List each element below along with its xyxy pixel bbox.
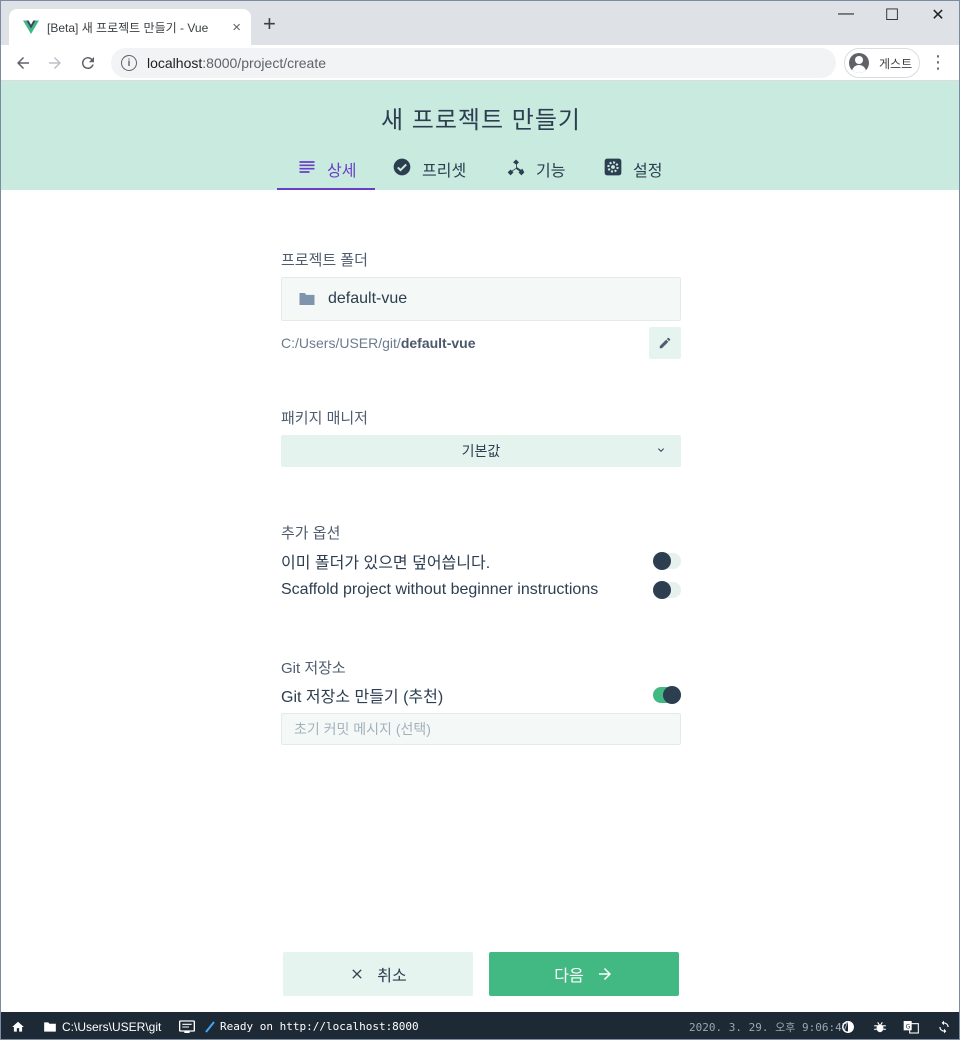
package-manager-value: 기본값 — [461, 443, 501, 459]
tab-label: 설정 — [633, 163, 663, 180]
datetime: 2020. 3. 29. 오후 9:06:47 — [689, 1020, 849, 1034]
arrow-forward-icon — [596, 965, 614, 983]
arrow-forward-icon — [49, 57, 61, 69]
scaffold-option[interactable]: Scaffold project without beginner instru… — [281, 579, 681, 601]
option-label: Scaffold project without beginner instru… — [281, 581, 599, 598]
edit-icon — [659, 337, 671, 349]
package-manager-title: 패키지 매니저 — [281, 410, 368, 427]
refresh-button[interactable] — [937, 1012, 951, 1039]
extra-options-title: 추가 옵션 — [281, 525, 341, 542]
reload-icon — [81, 57, 94, 70]
tab-label: 상세 — [327, 163, 357, 180]
maximize-button[interactable]: ☐ — [869, 5, 915, 25]
url-text: localhost:8000/project/create — [147, 55, 327, 71]
browser-toolbar: i localhost:8000/project/create 게스트 ⋮ — [1, 45, 959, 81]
check-circle-icon — [392, 157, 412, 177]
option-label: 이미 폴더가 있으면 덮어씁니다. — [281, 555, 491, 572]
console-icon — [179, 1019, 195, 1033]
step-tabs: 상세 프리셋 기능 설정 — [277, 151, 685, 190]
git-init-option[interactable]: Git 저장소 만들기 (추천) — [281, 684, 681, 706]
bug-report-button[interactable] — [873, 1012, 887, 1039]
project-details-form: 프로젝트 폴더 default-vue C:/Users/USER/git/de… — [281, 190, 681, 745]
contrast-icon — [842, 1020, 854, 1033]
dark-mode-button[interactable] — [841, 1012, 855, 1039]
guest-avatar-icon — [849, 53, 869, 73]
vue-logo-icon — [23, 20, 39, 34]
translate-button[interactable]: G — [903, 1012, 919, 1039]
svg-text:G: G — [906, 1023, 911, 1030]
tab-title: [Beta] 새 프로젝트 만들기 - Vue — [47, 20, 209, 35]
close-window-button[interactable]: ✕ — [915, 5, 959, 25]
next-label: 다음 — [554, 968, 584, 985]
tab-label: 기능 — [536, 163, 566, 180]
cancel-button[interactable]: 취소 — [283, 952, 473, 996]
subject-icon — [297, 157, 317, 177]
new-tab-button[interactable]: + — [263, 13, 276, 35]
scaffold-toggle[interactable] — [653, 581, 681, 599]
tab-details[interactable]: 상세 — [277, 151, 375, 190]
package-manager-select[interactable]: 기본값 — [281, 435, 681, 467]
tab-label: 프리셋 — [422, 163, 467, 180]
tab-presets[interactable]: 프리셋 — [375, 151, 487, 190]
page-title: 새 프로젝트 만들기 — [381, 107, 581, 134]
address-bar[interactable]: i localhost:8000/project/create — [111, 48, 836, 78]
reload-button[interactable] — [76, 51, 100, 75]
cancel-label: 취소 — [377, 968, 407, 985]
cwd-label: C:\Users\USER\git — [62, 1019, 162, 1034]
translate-icon: G — [903, 1020, 919, 1034]
next-button[interactable]: 다음 — [489, 952, 679, 996]
tab-features[interactable]: 기능 — [487, 151, 585, 190]
edit-path-button[interactable] — [649, 327, 681, 359]
git-section-title: Git 저장소 — [281, 660, 346, 677]
home-button[interactable] — [11, 1012, 25, 1039]
tab-settings[interactable]: 설정 — [585, 151, 685, 190]
folder-icon — [299, 293, 315, 305]
status-bar: C:\Users\USER\git Ready on http://localh… — [1, 1012, 959, 1039]
profile-label: 게스트 — [879, 56, 913, 71]
commit-message-input[interactable]: 초기 커밋 메시지 (선택) — [281, 713, 681, 745]
forward-button[interactable] — [43, 51, 67, 75]
browser-tab[interactable]: [Beta] 새 프로젝트 만들기 - Vue × — [9, 9, 251, 45]
chevron-down-icon — [658, 448, 664, 452]
settings-icon — [603, 157, 623, 177]
overwrite-option[interactable]: 이미 폴더가 있으면 덮어씁니다. — [281, 550, 681, 572]
overwrite-toggle[interactable] — [653, 552, 681, 570]
log-status-icon — [205, 1020, 215, 1033]
minimize-button[interactable]: — — [823, 5, 869, 23]
refresh-icon — [939, 1020, 949, 1033]
tab-close-icon[interactable]: × — [232, 19, 241, 36]
folder-section-title: 프로젝트 폴더 — [281, 252, 368, 269]
log-message: Ready on http://localhost:8000 — [220, 1020, 419, 1033]
log-button[interactable]: Ready on http://localhost:8000 — [179, 1012, 419, 1039]
folder-name: default-vue — [328, 290, 408, 307]
folder-icon — [44, 1021, 56, 1032]
profile-button[interactable]: 게스트 — [844, 48, 920, 78]
cwd-button[interactable]: C:\Users\USER\git — [43, 1012, 162, 1039]
home-icon — [12, 1021, 24, 1032]
tab-strip: [Beta] 새 프로젝트 만들기 - Vue × + — ☐ ✕ — [1, 1, 959, 45]
arrow-back-icon — [17, 57, 29, 69]
option-label: Git 저장소 만들기 (추천) — [281, 689, 444, 706]
app-header: 새 프로젝트 만들기 상세 프리셋 기능 설정 — [1, 81, 959, 190]
folder-path-row: C:/Users/USER/git/default-vue — [281, 327, 681, 359]
device-hub-icon — [506, 157, 526, 177]
back-button[interactable] — [11, 51, 35, 75]
git-init-toggle[interactable] — [653, 686, 681, 704]
folder-path: C:/Users/USER/git/default-vue — [281, 335, 476, 351]
close-icon — [349, 966, 365, 982]
site-info-icon[interactable]: i — [121, 55, 137, 71]
browser-menu-icon[interactable]: ⋮ — [929, 53, 947, 71]
browser-window: [Beta] 새 프로젝트 만들기 - Vue × + — ☐ ✕ i loca… — [0, 0, 960, 1040]
project-folder-field[interactable]: default-vue — [281, 277, 681, 321]
bug-icon — [874, 1021, 886, 1032]
